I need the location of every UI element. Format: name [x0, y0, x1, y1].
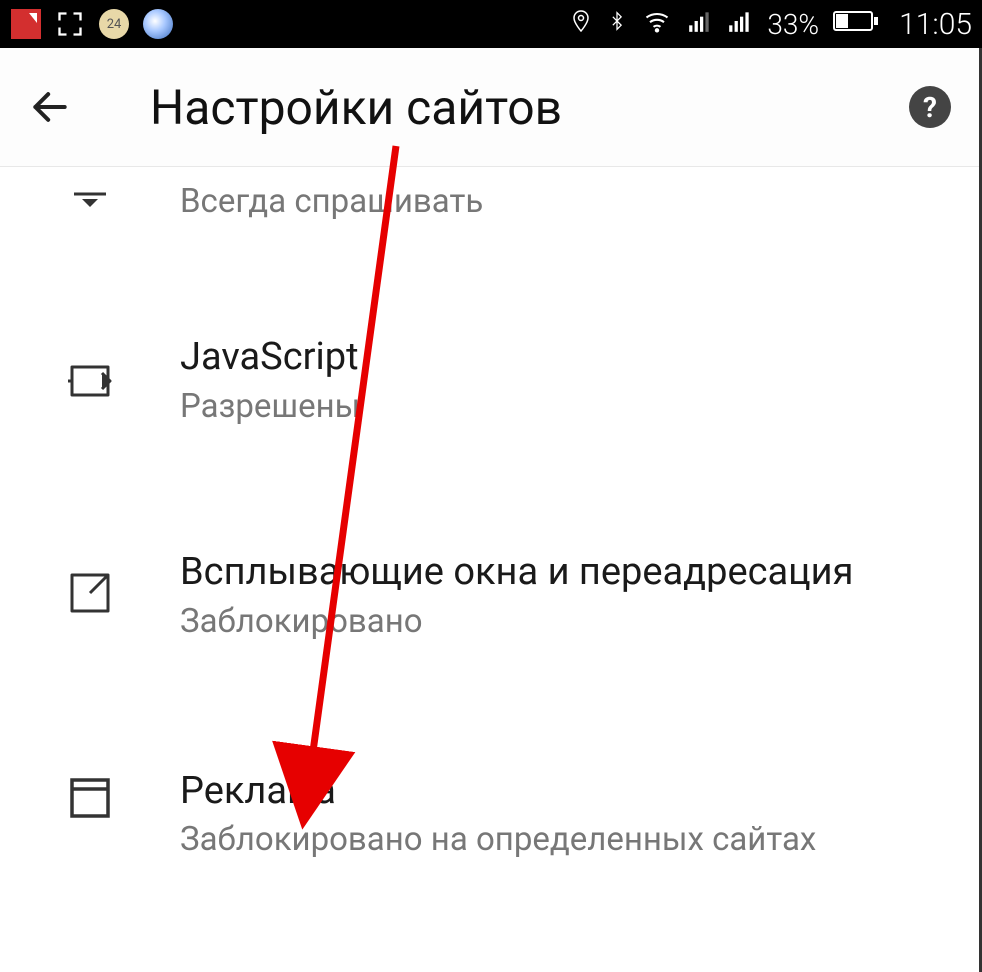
setting-subtitle: Всегда спрашивать [180, 181, 959, 222]
setting-row-popups[interactable]: Всплывающие окна и переадресация Заблоки… [0, 549, 979, 672]
help-button[interactable]: ? [909, 86, 951, 128]
clock: 11:05 [899, 7, 972, 42]
setting-row-ads[interactable]: Реклама Заблокировано на определенных са… [0, 768, 979, 891]
status-right-icons: 33% 11:05 [569, 6, 972, 43]
signal-icon-1 [687, 8, 713, 41]
setting-subtitle: Заблокировано [180, 601, 959, 642]
setting-title: Всплывающие окна и переадресация [180, 549, 959, 597]
status-bar: 24 33% 11:05 [0, 0, 982, 48]
fullscreen-icon [54, 8, 86, 40]
app-header: Настройки сайтов ? [0, 48, 979, 166]
javascript-icon [66, 357, 114, 405]
app-notification-icon-2: 24 [98, 8, 130, 40]
bluetooth-icon [607, 6, 627, 43]
location-icon [569, 7, 593, 42]
setting-subtitle: Заблокировано на определенных сайтах [180, 819, 959, 860]
app-frame: Настройки сайтов ? Всегда спрашивать Jav… [0, 48, 982, 972]
battery-percent: 33% [767, 8, 819, 41]
app-notification-icon-3 [142, 8, 174, 40]
setting-title: JavaScript [180, 334, 959, 382]
page-title: Настройки сайтов [150, 79, 909, 136]
ads-icon [66, 774, 114, 822]
settings-list: Всегда спрашивать JavaScript Разрешены В [0, 166, 979, 891]
wifi-icon [641, 7, 673, 42]
setting-title: Реклама [180, 768, 959, 816]
app-notification-icon-1 [10, 8, 42, 40]
back-button[interactable] [20, 77, 80, 137]
download-icon [70, 191, 110, 209]
status-left-icons: 24 [10, 8, 174, 40]
popup-icon [66, 569, 114, 617]
setting-row-javascript[interactable]: JavaScript Разрешены [0, 334, 979, 457]
signal-icon-2 [727, 8, 753, 41]
battery-icon [833, 9, 879, 40]
setting-subtitle: Разрешены [180, 386, 959, 427]
setting-row-previous[interactable]: Всегда спрашивать [0, 166, 979, 252]
